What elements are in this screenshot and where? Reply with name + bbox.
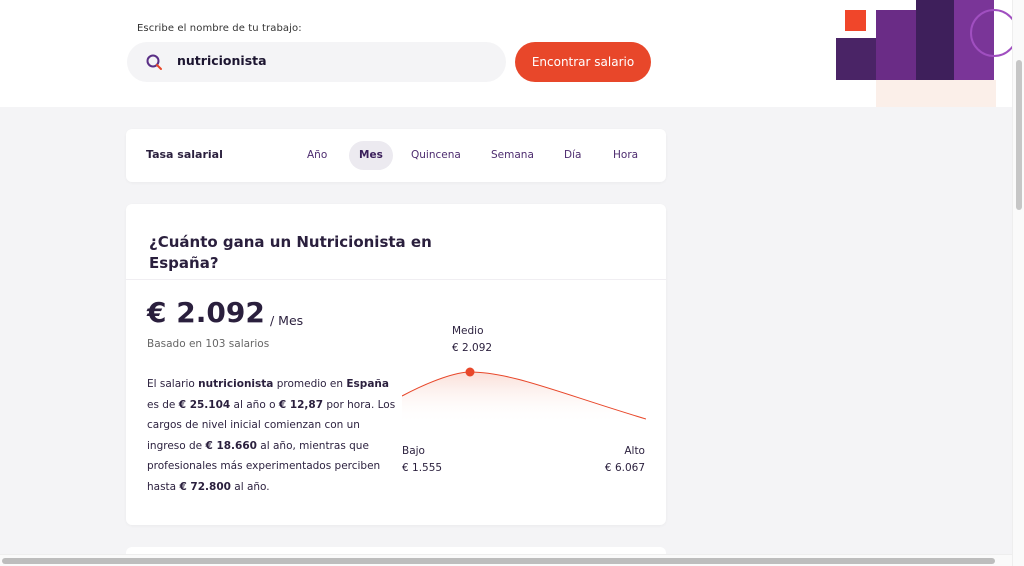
salary-heading: ¿Cuánto gana un Nutricionista en España? [149, 233, 432, 272]
vertical-scrollbar[interactable] [1012, 0, 1024, 566]
high-label: Alto [624, 445, 645, 457]
salary-sample-size: Basado en 103 salarios [147, 338, 270, 350]
salary-amount: € 2.092 [147, 296, 265, 329]
horizontal-scrollbar-thumb[interactable] [2, 558, 995, 564]
search-label: Escribe el nombre de tu trabajo: [137, 23, 302, 34]
search-input[interactable] [177, 53, 477, 68]
tab-semana[interactable]: Semana [481, 141, 544, 170]
rate-selector-card: Tasa salarial Año Mes Quincena Semana Dí… [126, 129, 666, 182]
median-value: € 2.092 [452, 342, 493, 354]
find-salary-button[interactable]: Encontrar salario [515, 42, 651, 82]
low-label: Bajo [402, 445, 425, 457]
card-divider [126, 279, 666, 280]
salary-card: ¿Cuánto gana un Nutricionista en España?… [126, 204, 666, 525]
decorative-bars-graphic [836, 0, 1012, 107]
salary-description: El salario nutricionista promedio en Esp… [147, 378, 396, 493]
tab-ano[interactable]: Año [297, 141, 337, 170]
low-value: € 1.555 [402, 462, 443, 474]
vertical-scrollbar-thumb[interactable] [1016, 60, 1022, 210]
median-label: Medio [452, 325, 484, 337]
rate-title: Tasa salarial [146, 148, 223, 161]
tab-quincena[interactable]: Quincena [401, 141, 471, 170]
tab-hora[interactable]: Hora [603, 141, 648, 170]
high-value: € 6.067 [604, 462, 645, 474]
search-icon [146, 54, 162, 70]
salary-distribution-curve [402, 367, 646, 424]
median-marker [465, 367, 475, 377]
tab-dia[interactable]: Día [554, 141, 591, 170]
salary-period: / Mes [270, 313, 304, 328]
horizontal-scrollbar[interactable] [0, 554, 1012, 566]
search-box[interactable] [127, 42, 506, 82]
tab-mes[interactable]: Mes [349, 141, 393, 170]
